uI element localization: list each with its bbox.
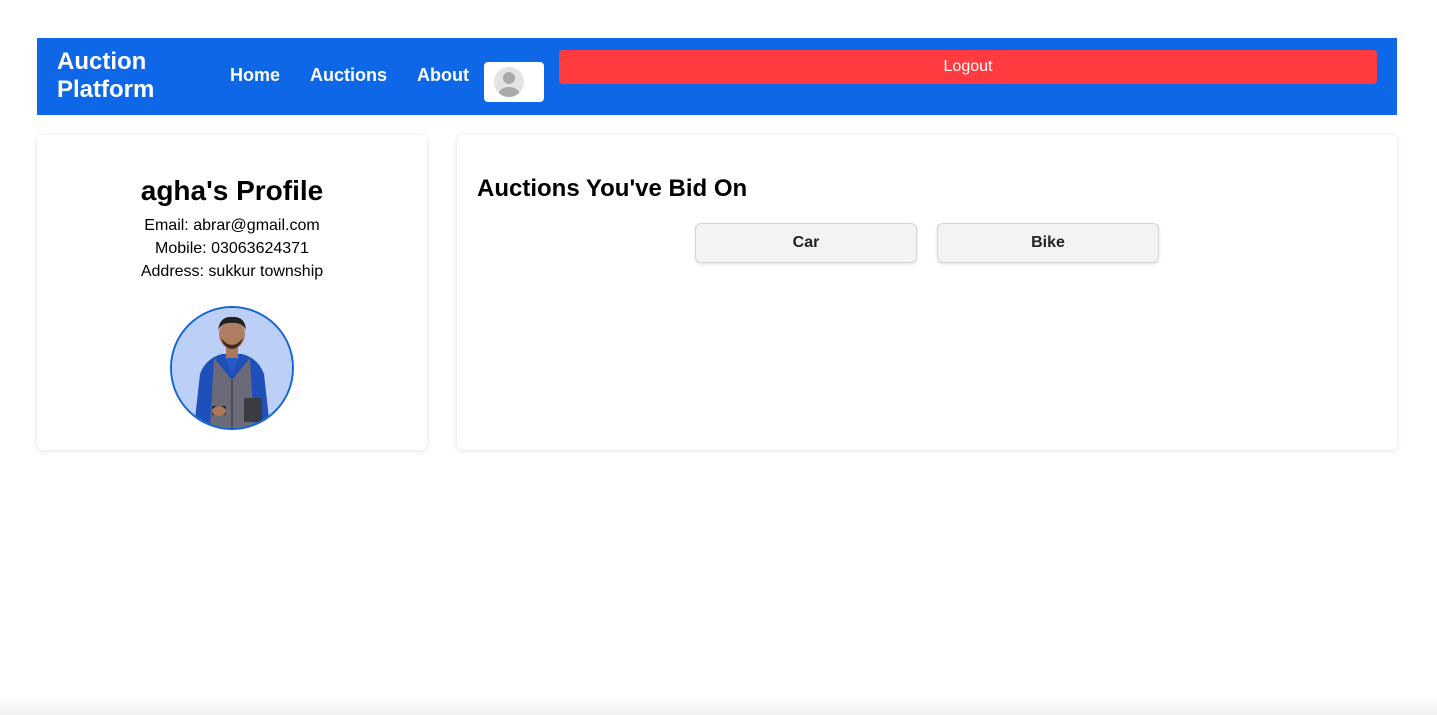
user-avatar-icon xyxy=(494,67,524,97)
profile-address: Address: sukkur township xyxy=(140,263,324,280)
page: Auction Platform Home Auctions About Log… xyxy=(0,0,1437,715)
auction-item-car-button[interactable]: Car xyxy=(695,223,917,263)
navbar: Auction Platform Home Auctions About Log… xyxy=(37,38,1397,115)
profile-card: agha's Profile Email: abrar@gmail.com Mo… xyxy=(37,135,427,450)
user-avatar-button[interactable] xyxy=(484,62,544,102)
profile-email: Email: abrar@gmail.com xyxy=(144,217,320,234)
profile-photo xyxy=(170,306,294,430)
bottom-shadow xyxy=(0,695,1437,715)
nav-auctions-link[interactable]: Auctions xyxy=(310,64,387,86)
nav-home-link[interactable]: Home xyxy=(230,64,280,86)
brand-title[interactable]: Auction Platform xyxy=(57,48,197,104)
auction-item-bike-button[interactable]: Bike xyxy=(937,223,1159,263)
logout-button[interactable]: Logout xyxy=(559,50,1377,84)
profile-title: agha's Profile xyxy=(140,175,324,206)
bids-card: Auctions You've Bid On Car Bike xyxy=(457,135,1397,450)
bids-title: Auctions You've Bid On xyxy=(477,175,748,202)
nav-about-link[interactable]: About xyxy=(417,64,469,86)
profile-mobile: Mobile: 03063624371 xyxy=(155,240,309,257)
